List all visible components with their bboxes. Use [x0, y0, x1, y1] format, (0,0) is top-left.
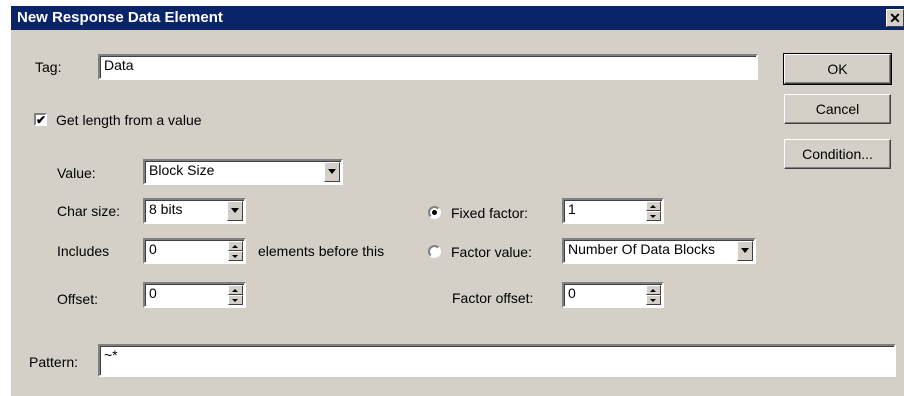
cancel-button[interactable]: Cancel	[784, 94, 891, 124]
factor-offset-stepper[interactable]: 0	[562, 282, 664, 308]
pattern-input[interactable]: ~*	[98, 344, 896, 377]
close-icon[interactable]: ✕	[886, 9, 904, 27]
fixed-factor-value: 1	[568, 201, 576, 217]
includes-stepper[interactable]: 0	[143, 238, 246, 264]
char-size-select[interactable]: 8 bits	[143, 198, 246, 224]
fixed-factor-label: Fixed factor:	[451, 205, 529, 221]
factor-value-select-text: Number Of Data Blocks	[568, 241, 716, 257]
fixed-factor-radio[interactable]	[428, 206, 441, 219]
fixed-factor-spinner[interactable]	[646, 201, 661, 221]
spin-up-icon[interactable]	[646, 285, 661, 295]
spin-up-icon[interactable]	[228, 285, 243, 295]
tag-input[interactable]: Data	[98, 54, 758, 80]
factor-offset-spinner[interactable]	[646, 285, 661, 305]
pattern-label: Pattern:	[29, 354, 79, 370]
condition-button[interactable]: Condition...	[784, 139, 891, 169]
chevron-down-icon[interactable]	[227, 201, 243, 221]
value-select[interactable]: Block Size	[143, 159, 343, 185]
includes-label: Includes	[57, 243, 110, 259]
window-title: New Response Data Element	[17, 9, 223, 26]
spin-down-icon[interactable]	[228, 251, 243, 261]
includes-value: 0	[149, 241, 157, 257]
factor-offset-label: Factor offset:	[452, 290, 534, 306]
offset-value: 0	[149, 285, 157, 301]
radio-selected-dot	[432, 210, 437, 215]
get-length-checkbox[interactable]: ✔	[34, 113, 47, 126]
includes-suffix-label: elements before this	[258, 243, 385, 259]
spin-down-icon[interactable]	[646, 295, 661, 305]
ok-button[interactable]: OK	[783, 53, 892, 85]
factor-value-label: Factor value:	[451, 244, 532, 260]
chevron-down-icon[interactable]	[324, 162, 340, 182]
char-size-label: Char size:	[57, 203, 121, 219]
tag-label: Tag:	[35, 59, 62, 75]
spin-up-icon[interactable]	[228, 241, 243, 251]
value-label: Value:	[57, 165, 96, 181]
factor-value-radio[interactable]	[428, 245, 441, 258]
offset-spinner[interactable]	[228, 285, 243, 305]
chevron-down-icon[interactable]	[737, 241, 753, 261]
factor-offset-value: 0	[568, 285, 576, 301]
spin-down-icon[interactable]	[646, 211, 661, 221]
offset-label: Offset:	[57, 291, 98, 307]
includes-spinner[interactable]	[228, 241, 243, 261]
char-size-select-text: 8 bits	[149, 201, 183, 217]
offset-stepper[interactable]: 0	[143, 282, 246, 308]
fixed-factor-stepper[interactable]: 1	[562, 198, 664, 224]
spin-down-icon[interactable]	[228, 295, 243, 305]
spin-up-icon[interactable]	[646, 201, 661, 211]
get-length-label: Get length from a value	[56, 112, 202, 128]
factor-value-select[interactable]: Number Of Data Blocks	[562, 238, 756, 264]
title-bar: New Response Data Element ✕	[11, 6, 904, 30]
value-select-text: Block Size	[149, 162, 215, 178]
